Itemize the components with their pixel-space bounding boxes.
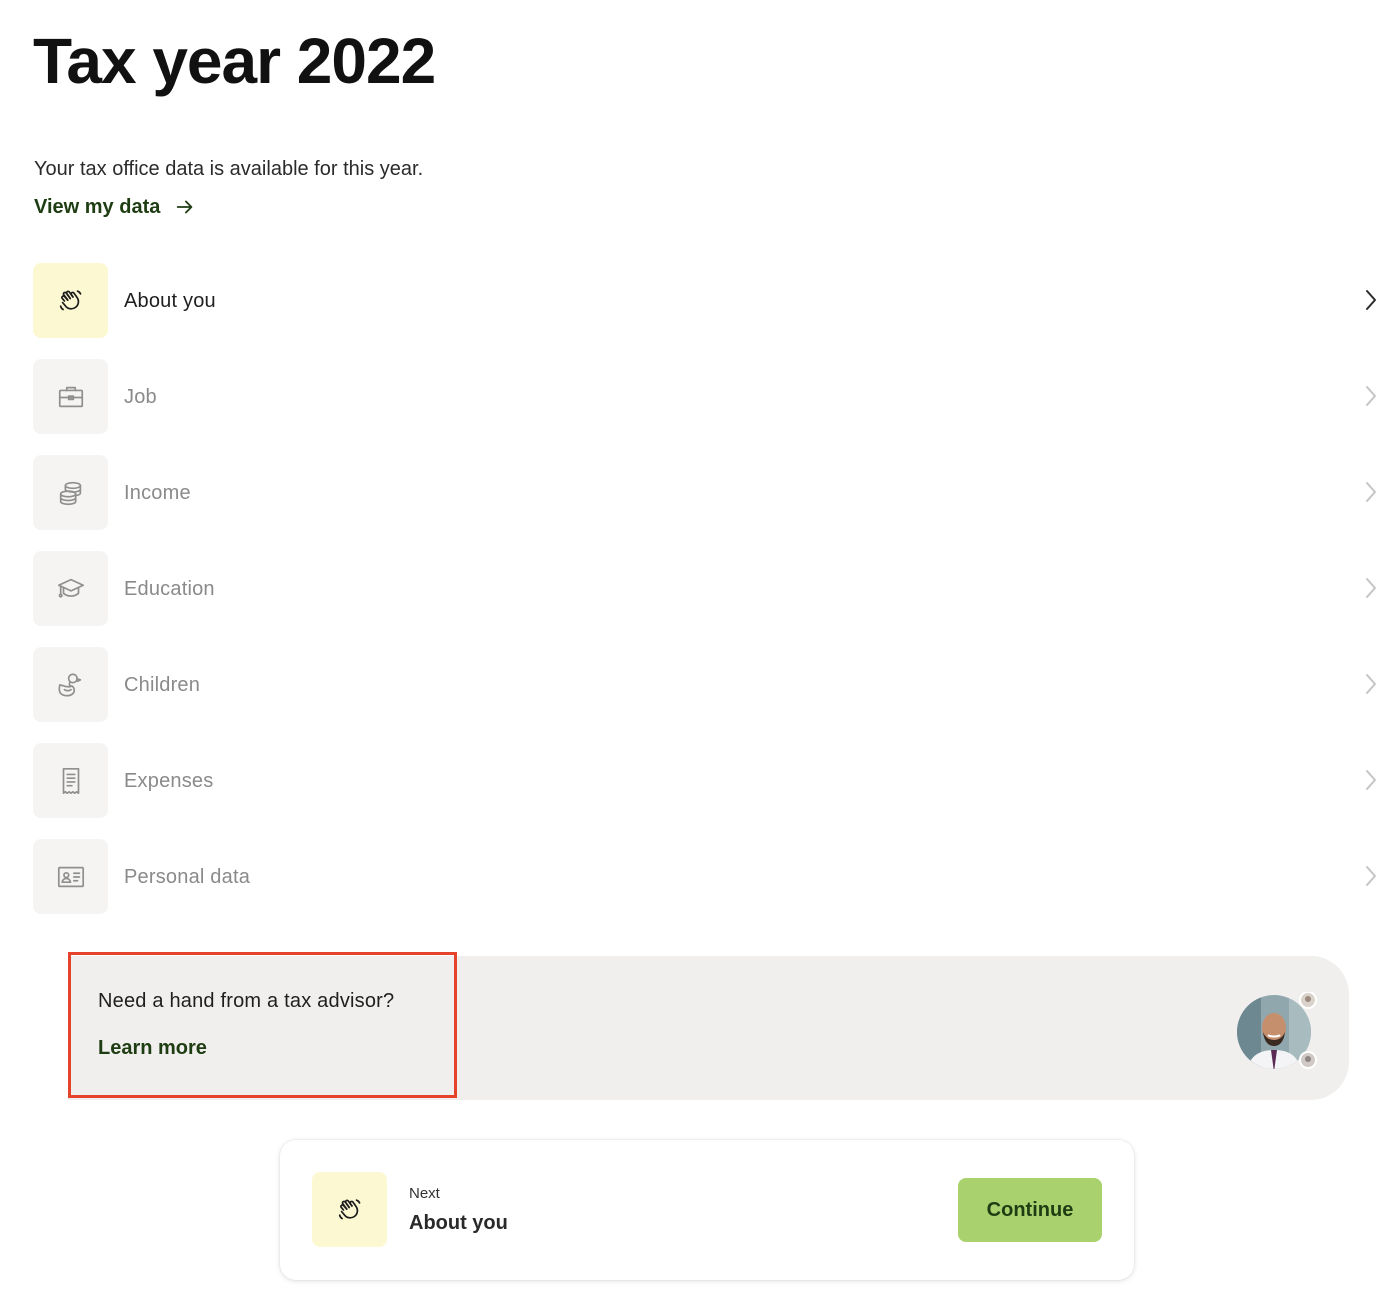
category-item-expenses[interactable]: Expenses — [33, 743, 1378, 818]
advisor-avatar — [1237, 992, 1317, 1069]
category-item-about-you[interactable]: About you — [33, 263, 1378, 338]
receipt-icon — [62, 767, 79, 794]
view-my-data-label: View my data — [34, 196, 161, 218]
category-label: Job — [124, 385, 157, 408]
chevron-right-icon — [1366, 674, 1376, 694]
waving-hand-icon — [59, 289, 81, 310]
continue-button[interactable]: Continue — [958, 1178, 1102, 1242]
chevron-right-icon — [1366, 770, 1376, 790]
data-available-text: Your tax office data is available for th… — [34, 158, 424, 180]
graduation-cap-icon — [57, 578, 84, 598]
category-tile — [33, 743, 108, 818]
waving-hand-icon — [338, 1198, 360, 1219]
next-step-kicker: Next — [409, 1185, 440, 1202]
tax-year-page: Tax year 2022 Your tax office data is av… — [0, 0, 1392, 1307]
arrow-right-icon — [177, 200, 193, 214]
category-label: Expenses — [124, 769, 214, 792]
category-label: About you — [124, 289, 216, 312]
learn-more-highlight — [68, 952, 457, 1098]
rubber-duck-icon — [57, 672, 81, 697]
page-title: Tax year 2022 — [33, 25, 436, 97]
category-label: Education — [124, 577, 215, 600]
category-tile — [33, 263, 108, 338]
category-item-children[interactable]: Children — [33, 647, 1378, 722]
category-tile — [33, 647, 108, 722]
category-tile — [33, 455, 108, 530]
briefcase-icon — [58, 386, 83, 407]
chevron-right-icon — [1366, 866, 1376, 886]
id-card-icon — [57, 866, 84, 887]
category-item-income[interactable]: Income — [33, 455, 1378, 530]
view-my-data-link[interactable]: View my data — [34, 194, 196, 220]
chevron-right-icon — [1366, 290, 1376, 310]
coins-icon — [59, 481, 81, 505]
category-label: Personal data — [124, 865, 251, 888]
category-label: Income — [124, 481, 191, 504]
category-tile — [33, 839, 108, 914]
category-tile — [33, 551, 108, 626]
category-tile — [33, 359, 108, 434]
chevron-right-icon — [1366, 578, 1376, 598]
next-step-title: About you — [409, 1212, 508, 1234]
next-step-tile — [312, 1172, 387, 1247]
category-item-education[interactable]: Education — [33, 551, 1378, 626]
chevron-right-icon — [1366, 386, 1376, 406]
category-item-personal-data[interactable]: Personal data — [33, 839, 1378, 914]
next-step-card: Next About you Continue — [280, 1140, 1134, 1280]
chevron-right-icon — [1366, 482, 1376, 502]
category-label: Children — [124, 673, 201, 696]
category-item-job[interactable]: Job — [33, 359, 1378, 434]
category-list: About you Job Income Education Children … — [33, 263, 1378, 935]
